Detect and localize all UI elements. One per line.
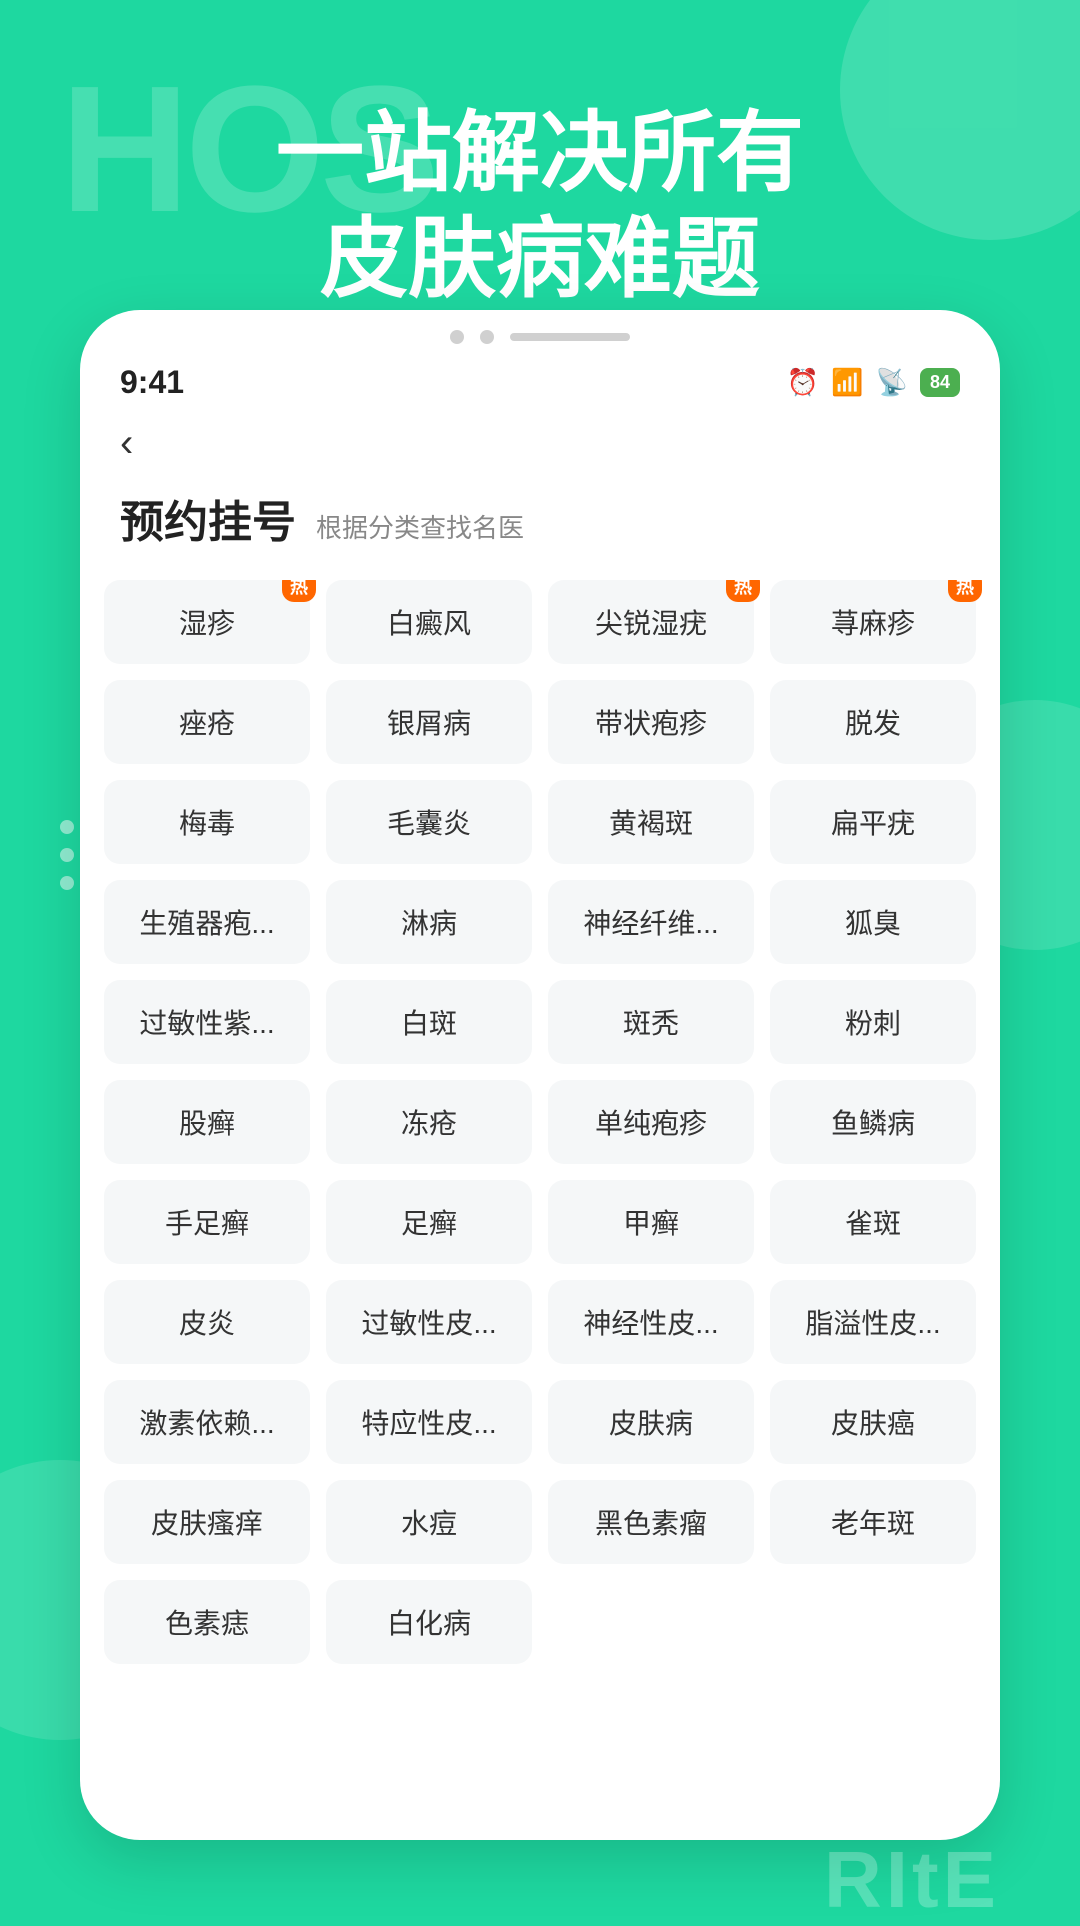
phone-dot-2 bbox=[480, 330, 494, 344]
condition-tag[interactable]: 皮炎 bbox=[104, 1280, 310, 1364]
condition-tag[interactable]: 雀斑 bbox=[770, 1180, 976, 1264]
conditions-grid: 湿疹热白癜风尖锐湿疣热荨麻疹热痤疮银屑病带状疱疹脱发梅毒毛囊炎黄褐斑扁平疣生殖器… bbox=[80, 580, 1000, 1664]
condition-tag[interactable]: 狐臭 bbox=[770, 880, 976, 964]
alarm-icon: ⏰ bbox=[787, 367, 819, 398]
condition-tag[interactable]: 尖锐湿疣热 bbox=[548, 580, 754, 664]
condition-tag[interactable]: 毛囊炎 bbox=[326, 780, 532, 864]
phone-dot-1 bbox=[450, 330, 464, 344]
condition-tag[interactable]: 白化病 bbox=[326, 1580, 532, 1664]
condition-tag[interactable]: 白癜风 bbox=[326, 580, 532, 664]
condition-tag[interactable]: 过敏性紫... bbox=[104, 980, 310, 1064]
condition-tag[interactable]: 水痘 bbox=[326, 1480, 532, 1564]
status-icons: ⏰ 📶 📡 84 bbox=[787, 367, 960, 398]
condition-tag[interactable]: 冻疮 bbox=[326, 1080, 532, 1164]
dot bbox=[60, 848, 74, 862]
battery-badge: 84 bbox=[920, 368, 960, 397]
condition-tag[interactable]: 单纯疱疹 bbox=[548, 1080, 754, 1164]
condition-tag[interactable]: 激素依赖... bbox=[104, 1380, 310, 1464]
status-bar: 9:41 ⏰ 📶 📡 84 bbox=[80, 354, 1000, 411]
page-title: 预约挂号 bbox=[120, 486, 296, 550]
hot-badge: 热 bbox=[726, 580, 760, 602]
phone-top-line bbox=[510, 333, 630, 341]
rite-text: RItE bbox=[824, 1834, 1000, 1926]
condition-tag[interactable]: 淋病 bbox=[326, 880, 532, 964]
condition-tag[interactable]: 黑色素瘤 bbox=[548, 1480, 754, 1564]
dot bbox=[60, 876, 74, 890]
wifi-icon: 📡 bbox=[876, 367, 908, 398]
condition-tag[interactable]: 足癣 bbox=[326, 1180, 532, 1264]
condition-tag[interactable]: 痤疮 bbox=[104, 680, 310, 764]
condition-tag[interactable]: 皮肤癌 bbox=[770, 1380, 976, 1464]
condition-tag[interactable]: 生殖器疱... bbox=[104, 880, 310, 964]
condition-tag[interactable]: 特应性皮... bbox=[326, 1380, 532, 1464]
condition-tag[interactable]: 色素痣 bbox=[104, 1580, 310, 1664]
condition-tag[interactable]: 皮肤瘙痒 bbox=[104, 1480, 310, 1564]
condition-tag[interactable]: 带状疱疹 bbox=[548, 680, 754, 764]
condition-tag[interactable]: 扁平疣 bbox=[770, 780, 976, 864]
condition-tag[interactable]: 荨麻疹热 bbox=[770, 580, 976, 664]
condition-tag[interactable]: 斑秃 bbox=[548, 980, 754, 1064]
condition-tag[interactable]: 甲癣 bbox=[548, 1180, 754, 1264]
hero-section: 一站解决所有 皮肤病难题 bbox=[0, 100, 1080, 311]
bottom-watermark: RItE bbox=[0, 1840, 1080, 1920]
phone-frame: 9:41 ⏰ 📶 📡 84 ‹ 预约挂号 根据分类查找名医 湿疹热白癜风尖锐湿疣… bbox=[80, 310, 1000, 1840]
hot-badge: 热 bbox=[948, 580, 982, 602]
condition-tag[interactable]: 神经性皮... bbox=[548, 1280, 754, 1364]
dot bbox=[60, 820, 74, 834]
condition-tag[interactable]: 梅毒 bbox=[104, 780, 310, 864]
page-title-area: 预约挂号 根据分类查找名医 bbox=[80, 476, 1000, 580]
condition-tag[interactable]: 白斑 bbox=[326, 980, 532, 1064]
page-subtitle: 根据分类查找名医 bbox=[316, 508, 524, 545]
condition-tag[interactable]: 脱发 bbox=[770, 680, 976, 764]
condition-tag[interactable]: 股癣 bbox=[104, 1080, 310, 1164]
condition-tag[interactable]: 老年斑 bbox=[770, 1480, 976, 1564]
condition-tag[interactable]: 鱼鳞病 bbox=[770, 1080, 976, 1164]
condition-tag[interactable]: 手足癣 bbox=[104, 1180, 310, 1264]
condition-tag[interactable]: 神经纤维... bbox=[548, 880, 754, 964]
condition-tag[interactable]: 银屑病 bbox=[326, 680, 532, 764]
signal-icon: 📶 bbox=[831, 367, 863, 398]
condition-tag[interactable]: 粉刺 bbox=[770, 980, 976, 1064]
condition-tag[interactable]: 脂溢性皮... bbox=[770, 1280, 976, 1364]
condition-tag[interactable]: 皮肤病 bbox=[548, 1380, 754, 1464]
hero-line1: 一站解决所有 bbox=[276, 103, 804, 202]
condition-tag[interactable]: 湿疹热 bbox=[104, 580, 310, 664]
back-button[interactable]: ‹ bbox=[80, 411, 1000, 476]
condition-tag[interactable]: 过敏性皮... bbox=[326, 1280, 532, 1364]
hot-badge: 热 bbox=[282, 580, 316, 602]
condition-tag[interactable]: 黄褐斑 bbox=[548, 780, 754, 864]
hero-line2: 皮肤病难题 bbox=[320, 209, 760, 308]
phone-top-bar bbox=[80, 310, 1000, 354]
status-time: 9:41 bbox=[120, 364, 184, 401]
